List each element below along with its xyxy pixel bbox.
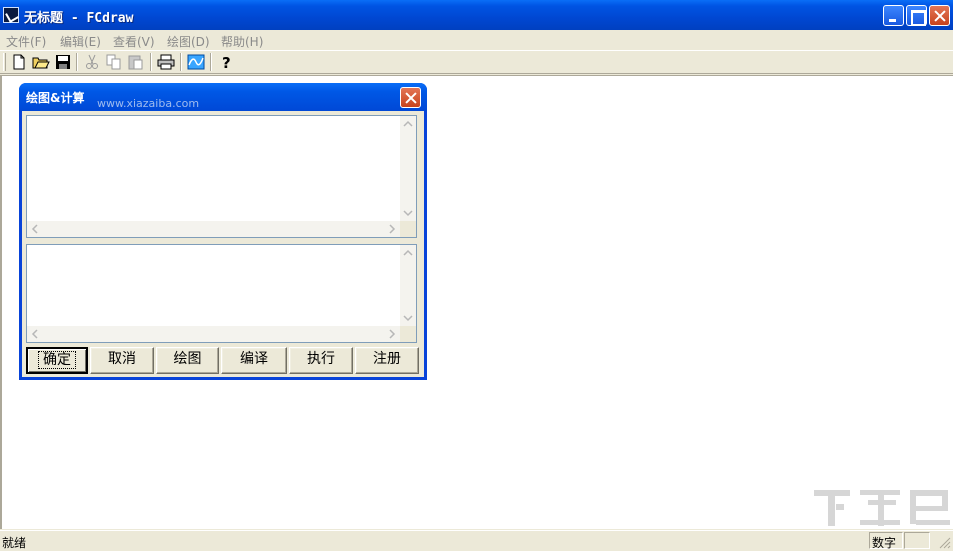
cut-icon[interactable]: [82, 53, 102, 71]
output-editor[interactable]: [26, 244, 417, 343]
status-text: 就绪: [2, 536, 27, 550]
menu-help[interactable]: 帮助(H): [221, 33, 263, 50]
toolbar-separator: [76, 53, 78, 71]
dialog-body: 确定 取消 绘图 编译 执行 注册: [22, 111, 424, 377]
watermark-text: www.xiazaiba.com: [97, 97, 200, 110]
dialog-title-bar[interactable]: 绘图&计算 www.xiazaiba.com: [19, 83, 427, 111]
resize-grip-icon[interactable]: [937, 535, 951, 549]
num-lock-indicator: 数字: [869, 532, 903, 550]
minimize-button[interactable]: [883, 5, 904, 26]
help-icon[interactable]: ?: [216, 53, 236, 71]
new-icon[interactable]: [9, 53, 29, 71]
print-icon[interactable]: [156, 53, 176, 71]
toolbar-handle[interactable]: [3, 53, 6, 71]
close-button[interactable]: [929, 5, 950, 26]
paste-icon[interactable]: [126, 53, 146, 71]
input-horizontal-scrollbar[interactable]: [27, 221, 400, 237]
draw-calc-dialog: 绘图&计算 www.xiazaiba.com 确定 取消 绘图 编译 执行 注册: [19, 83, 427, 380]
title-bar[interactable]: 无标题 - FCdraw: [0, 0, 953, 30]
toolbar: ?: [0, 50, 953, 74]
cancel-button[interactable]: 取消: [90, 347, 154, 374]
toolbar-separator: [180, 53, 182, 71]
menu-bar: 文件(F) 编辑(E) 查看(V) 绘图(D) 帮助(H): [0, 30, 953, 50]
menu-view[interactable]: 查看(V): [113, 33, 155, 50]
ok-button[interactable]: 确定: [26, 347, 88, 374]
dialog-close-button[interactable]: [400, 87, 421, 108]
menu-draw[interactable]: 绘图(D): [167, 33, 210, 50]
register-button[interactable]: 注册: [355, 347, 419, 374]
open-icon[interactable]: [31, 53, 51, 71]
status-bar: 就绪 数字: [0, 530, 953, 550]
toolbar-separator: [210, 53, 212, 71]
toolbar-separator: [150, 53, 152, 71]
execute-button[interactable]: 执行: [289, 347, 353, 374]
scroll-right-icon[interactable]: [384, 326, 400, 342]
input-vertical-scrollbar[interactable]: [400, 116, 416, 221]
draw-button[interactable]: 绘图: [156, 347, 219, 374]
svg-text:?: ?: [222, 54, 231, 71]
maximize-icon: [907, 6, 926, 26]
input-editor[interactable]: [26, 115, 417, 238]
window-title: 无标题 - FCdraw: [24, 11, 134, 26]
copy-icon[interactable]: [104, 53, 124, 71]
scroll-down-icon[interactable]: [400, 310, 416, 326]
minimize-icon: [884, 6, 903, 25]
dialog-title: 绘图&计算: [26, 91, 85, 105]
scroll-up-icon[interactable]: [400, 245, 416, 261]
output-horizontal-scrollbar[interactable]: [27, 326, 400, 342]
close-icon: [930, 6, 949, 25]
compile-button[interactable]: 编译: [221, 347, 287, 374]
dialog-button-row: 确定 取消 绘图 编译 执行 注册: [26, 347, 420, 375]
scroll-right-icon[interactable]: [384, 221, 400, 237]
menu-edit[interactable]: 编辑(E): [60, 33, 101, 50]
menu-file[interactable]: 文件(F): [6, 33, 46, 50]
watermark-logo-icon: [814, 490, 950, 526]
scroll-corner: [400, 326, 416, 342]
scroll-left-icon[interactable]: [27, 221, 43, 237]
scroll-left-icon[interactable]: [27, 326, 43, 342]
status-indicator-empty: [904, 532, 930, 549]
save-icon[interactable]: [53, 53, 73, 71]
draw-icon[interactable]: [186, 53, 206, 71]
output-vertical-scrollbar[interactable]: [400, 245, 416, 326]
scroll-corner: [400, 221, 416, 237]
maximize-button[interactable]: [906, 5, 927, 26]
app-icon[interactable]: [3, 7, 19, 23]
scroll-up-icon[interactable]: [400, 116, 416, 132]
scroll-down-icon[interactable]: [400, 205, 416, 221]
